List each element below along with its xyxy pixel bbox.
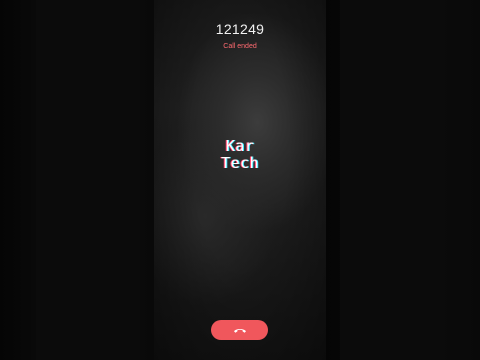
- end-call-button[interactable]: [211, 320, 268, 340]
- faded-keypad: [172, 216, 308, 312]
- phone-number: 121249: [215, 21, 265, 37]
- phone-hangup-icon: [233, 328, 246, 333]
- call-status: Call ended: [223, 43, 257, 50]
- left-blurred-border: [0, 0, 154, 360]
- watermark-logo: Kar Tech: [212, 138, 268, 184]
- screen: 121249 Call ended Kar Tech: [0, 0, 480, 360]
- right-blurred-border: [326, 0, 480, 360]
- logo-line-1: Kar: [225, 137, 255, 155]
- call-screen: 121249 Call ended Kar Tech: [154, 0, 326, 360]
- logo-line-2: Tech: [220, 154, 260, 172]
